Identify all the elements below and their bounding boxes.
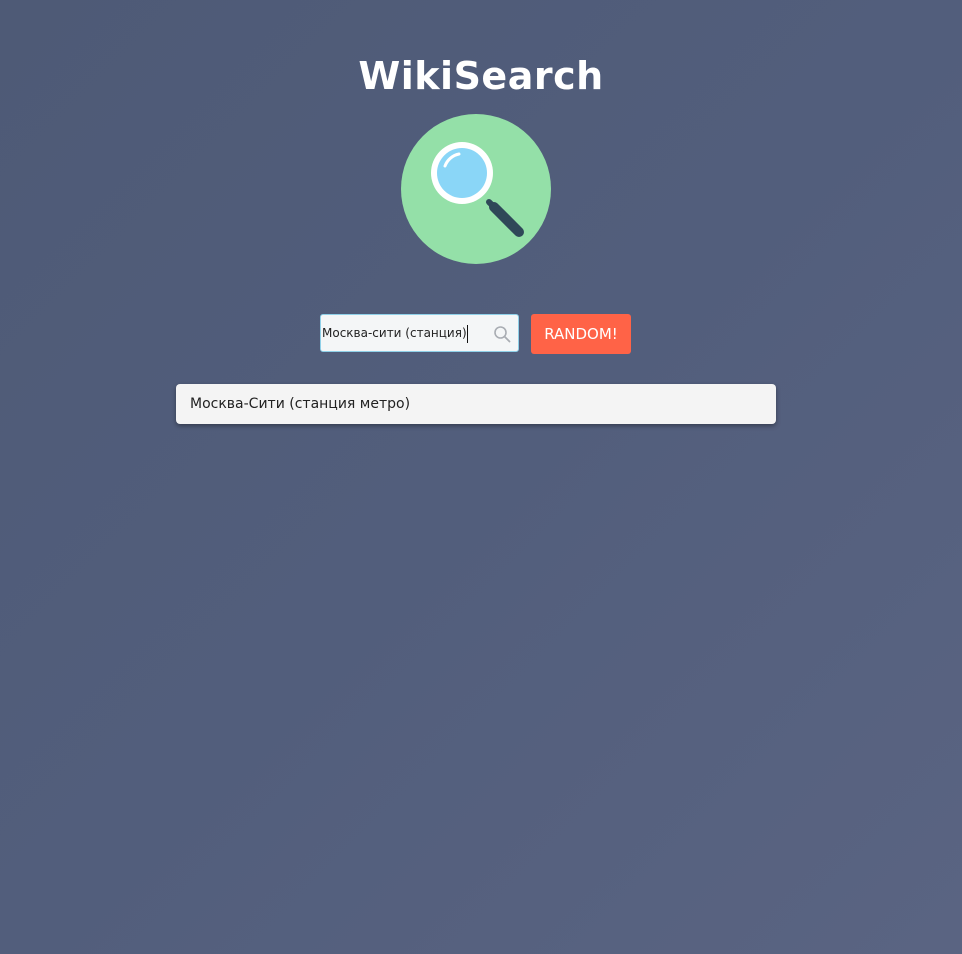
page-title: WikiSearch	[358, 54, 604, 98]
search-box[interactable]	[320, 314, 519, 352]
magnifying-glass-icon	[401, 114, 551, 264]
search-icon[interactable]	[493, 325, 511, 343]
search-input[interactable]	[321, 315, 486, 351]
logo	[401, 114, 551, 264]
random-button[interactable]: RANDOM!	[531, 314, 631, 354]
text-caret	[467, 325, 468, 343]
suggestions-list: Москва-Сити (станция метро)	[176, 384, 776, 424]
suggestion-item[interactable]: Москва-Сити (станция метро)	[176, 384, 776, 424]
